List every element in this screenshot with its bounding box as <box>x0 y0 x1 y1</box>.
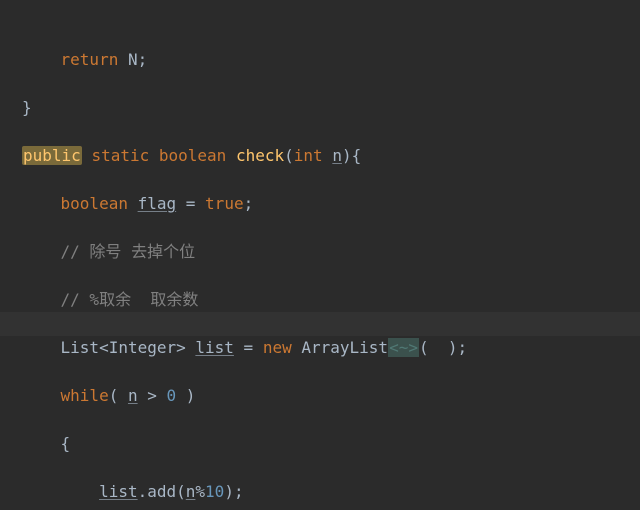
code-line: // 除号 去掉个位 <box>22 240 640 264</box>
code-editor[interactable]: return N; } public static boolean check(… <box>0 0 640 510</box>
code-line: // %取余 取余数 <box>22 288 640 312</box>
code-line: boolean flag = true; <box>22 192 640 216</box>
code-line: } <box>22 96 640 120</box>
code-line: public static boolean check(int n){ <box>22 144 640 168</box>
code-line: while( n > 0 ) <box>22 384 640 408</box>
diamond-hint: <~> <box>388 338 419 357</box>
keyword-public: public <box>22 146 82 165</box>
code-line: return N; <box>22 48 640 72</box>
code-line: List<Integer> list = new ArrayList<~>( )… <box>22 336 640 360</box>
code-line: list.add(n%10); <box>22 480 640 504</box>
code-line: { <box>22 432 640 456</box>
